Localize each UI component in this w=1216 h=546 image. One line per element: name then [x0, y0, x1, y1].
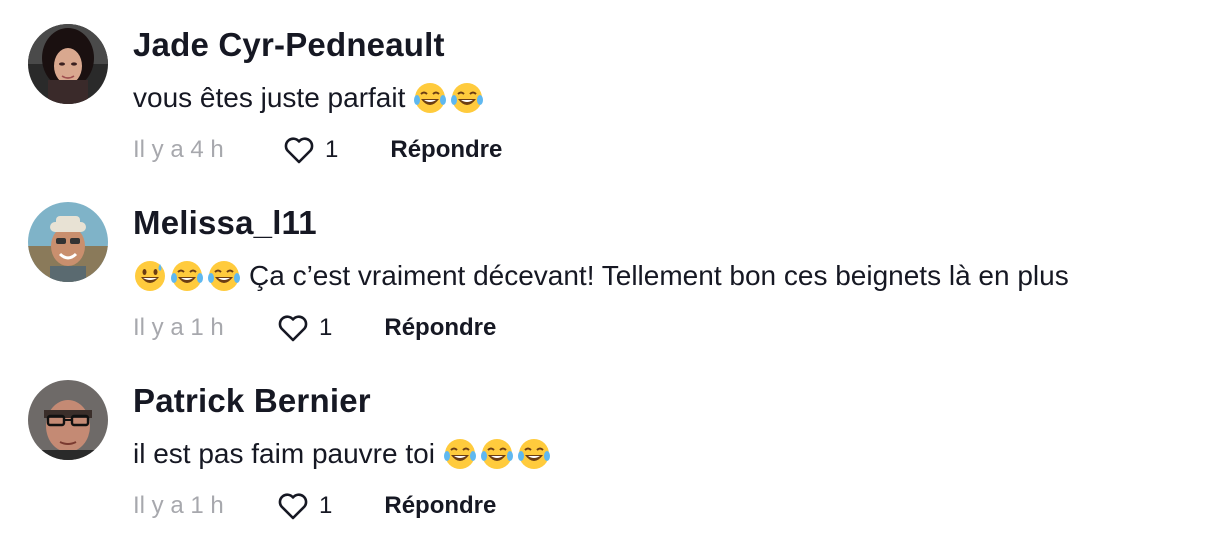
like-button[interactable]: 1 — [275, 310, 332, 346]
face-with-tears-of-joy-emoji — [517, 437, 551, 471]
face-with-tears-of-joy-emoji — [207, 259, 241, 293]
comment-meta: Il y a 4 h 1 Répondre — [133, 132, 502, 168]
avatar[interactable] — [28, 380, 108, 460]
comment-username[interactable]: Jade Cyr-Pedneault — [133, 26, 445, 64]
comment-text: il est pas faim pauvre toi — [133, 434, 551, 474]
face-with-tears-of-joy-emoji — [480, 437, 514, 471]
comment-item: Jade Cyr-Pedneault vous êtes juste parfa… — [0, 0, 1216, 178]
comment-body: Ça c’est vraiment décevant! Tellement bo… — [249, 260, 1069, 291]
comment-body: il est pas faim pauvre toi — [133, 438, 435, 469]
comment-username[interactable]: Melissa_l11 — [133, 204, 317, 242]
emoji-group — [413, 81, 484, 115]
emoji-group — [133, 259, 241, 293]
comment-username[interactable]: Patrick Bernier — [133, 382, 371, 420]
comment-item: Melissa_l11 Ça c’est vraiment décevant! … — [0, 178, 1216, 356]
like-count: 1 — [319, 314, 333, 341]
comment-timestamp: Il y a 1 h — [133, 492, 224, 519]
comment-body: vous êtes juste parfait — [133, 82, 406, 113]
comment-item: Patrick Bernier il est pas faim pauvre t… — [0, 356, 1216, 534]
comment-text: Ça c’est vraiment décevant! Tellement bo… — [133, 256, 1069, 296]
like-button[interactable]: 1 — [281, 132, 338, 168]
comment-timestamp: Il y a 4 h — [133, 136, 224, 163]
grinning-sweat-emoji — [133, 259, 167, 293]
avatar[interactable] — [28, 24, 108, 104]
like-button[interactable]: 1 — [275, 488, 332, 524]
comment-meta: Il y a 1 h 1 Répondre — [133, 310, 496, 346]
face-with-tears-of-joy-emoji — [170, 259, 204, 293]
face-with-tears-of-joy-emoji — [450, 81, 484, 115]
reply-button[interactable]: Répondre — [390, 136, 502, 164]
reply-button[interactable]: Répondre — [384, 314, 496, 342]
reply-button[interactable]: Répondre — [384, 492, 496, 520]
like-count: 1 — [325, 136, 339, 163]
comment-timestamp: Il y a 1 h — [133, 314, 224, 341]
face-with-tears-of-joy-emoji — [413, 81, 447, 115]
comment-meta: Il y a 1 h 1 Répondre — [133, 488, 496, 524]
like-count: 1 — [319, 492, 333, 519]
heart-outline-icon — [284, 137, 314, 164]
emoji-group — [443, 437, 551, 471]
comment-text: vous êtes juste parfait — [133, 78, 484, 118]
avatar[interactable] — [28, 202, 108, 282]
face-with-tears-of-joy-emoji — [443, 437, 477, 471]
heart-outline-icon — [278, 493, 308, 520]
heart-outline-icon — [278, 315, 308, 342]
